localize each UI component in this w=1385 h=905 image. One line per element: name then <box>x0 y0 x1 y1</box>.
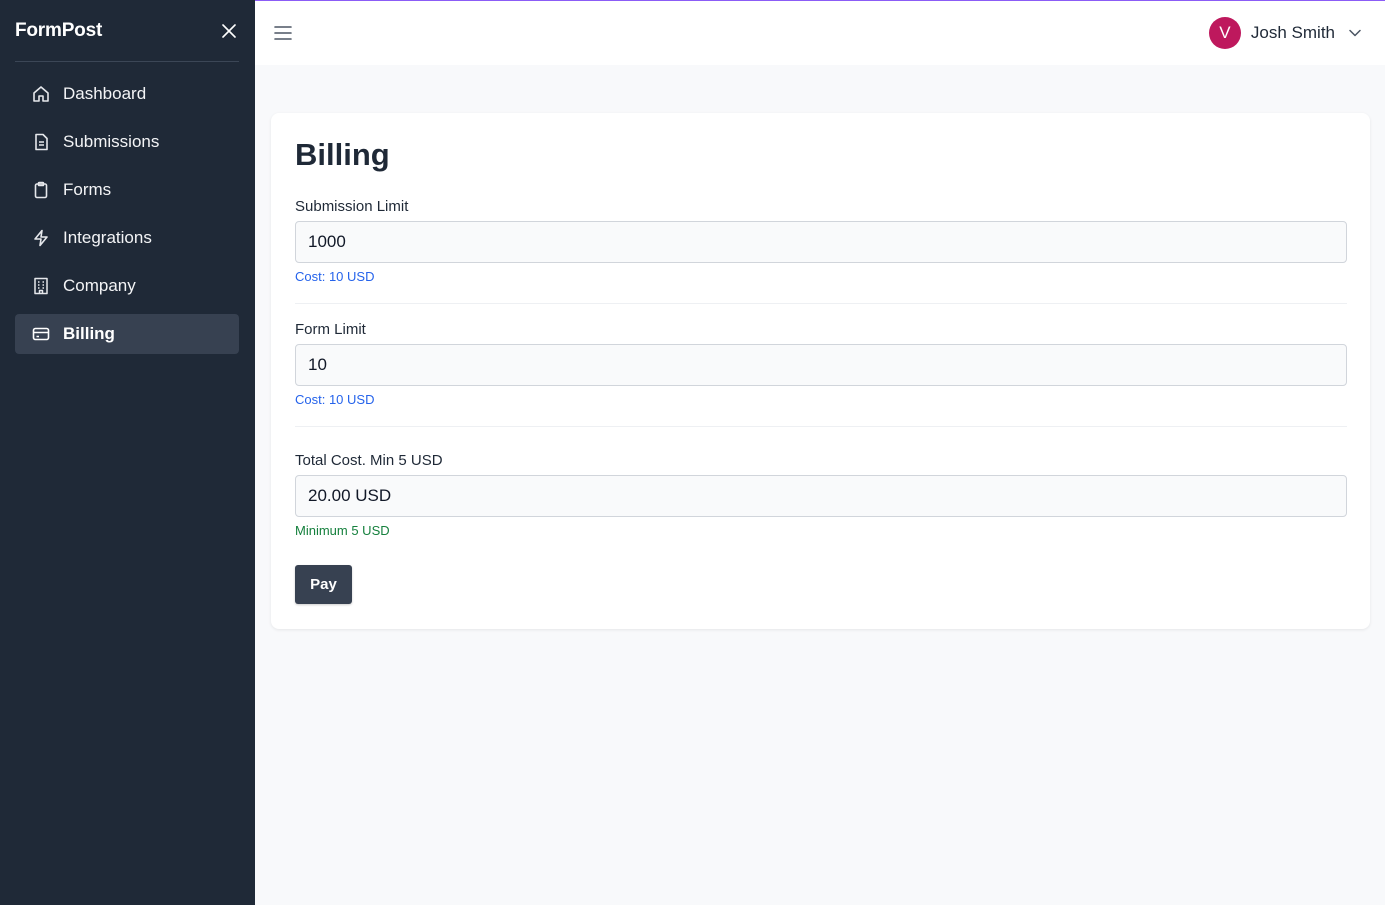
sidebar-item-label: Submissions <box>63 132 160 151</box>
close-sidebar-button[interactable] <box>219 21 239 41</box>
credit-card-icon <box>32 325 50 343</box>
user-menu[interactable]: V Josh Smith <box>1208 17 1361 49</box>
sidebar-item-label: Dashboard <box>63 84 147 103</box>
app-logo: FormPost <box>15 20 103 41</box>
form-limit-input[interactable] <box>295 344 1347 386</box>
sidebar-item-dashboard[interactable]: Dashboard <box>15 74 239 114</box>
form-limit-cost: Cost: 10 USD <box>295 392 375 407</box>
pay-button[interactable]: Pay <box>295 565 352 604</box>
sidebar-item-label: Company <box>63 276 136 295</box>
sidebar-item-forms[interactable]: Forms <box>15 170 239 210</box>
billing-card: Billing Submission Limit Cost: 10 USD Fo… <box>271 113 1370 629</box>
avatar: V <box>1208 17 1241 49</box>
sidebar-item-label: Integrations <box>63 228 152 247</box>
sidebar-item-label: Billing <box>63 324 115 343</box>
lightning-icon <box>32 229 50 247</box>
total-cost-minimum-note: Minimum 5 USD <box>295 523 390 538</box>
section-divider <box>295 426 1347 427</box>
sidebar-divider <box>15 61 239 62</box>
sidebar-nav: Dashboard Submissions Forms Integrations… <box>15 74 239 362</box>
top-bar: V Josh Smith <box>255 1 1385 65</box>
user-name: Josh Smith <box>1250 23 1335 42</box>
total-cost-label: Total Cost. Min 5 USD <box>295 452 443 469</box>
sidebar-header: FormPost <box>15 18 239 44</box>
sidebar-item-integrations[interactable]: Integrations <box>15 218 239 258</box>
page-title: Billing <box>295 137 390 172</box>
sidebar-item-billing[interactable]: Billing <box>15 314 239 354</box>
submission-limit-cost: Cost: 10 USD <box>295 269 375 284</box>
building-icon <box>32 277 50 295</box>
clipboard-icon <box>32 181 50 199</box>
submission-limit-label: Submission Limit <box>295 198 409 215</box>
sidebar-item-submissions[interactable]: Submissions <box>15 122 239 162</box>
sidebar-item-company[interactable]: Company <box>15 266 239 306</box>
menu-button[interactable] <box>273 23 293 43</box>
sidebar-item-label: Forms <box>63 180 112 199</box>
chevron-down-icon <box>1349 29 1361 37</box>
document-icon <box>32 133 50 151</box>
form-limit-label: Form Limit <box>295 321 366 338</box>
section-divider <box>295 303 1347 304</box>
total-cost-input[interactable] <box>295 475 1347 517</box>
close-icon <box>222 24 236 38</box>
submission-limit-input[interactable] <box>295 221 1347 263</box>
hamburger-icon <box>274 26 292 40</box>
sidebar: FormPost Dashboard Submissions Forms Int… <box>0 0 255 905</box>
home-icon <box>32 85 50 103</box>
